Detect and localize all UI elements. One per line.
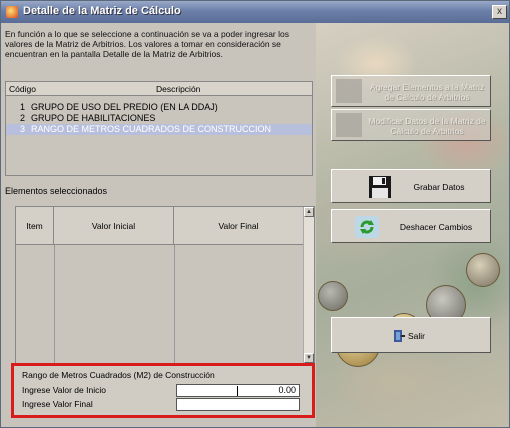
item-description: GRUPO DE HABILITACIONES: [31, 113, 156, 123]
selected-items-table[interactable]: Item Valor Inicial Valor Final ▲ ▼: [15, 206, 315, 364]
exit-label: Salir: [408, 331, 426, 341]
exit-button[interactable]: Salir: [331, 317, 491, 353]
window-title: Detalle de la Matriz de Cálculo: [23, 5, 181, 17]
undo-changes-button[interactable]: Deshacer Cambios: [331, 209, 491, 243]
grid-icon: [336, 113, 362, 137]
column-divider: [54, 245, 55, 363]
list-item-selected[interactable]: 3 RANGO DE METROS CUADRADOS DE CONSTRUCC…: [6, 124, 312, 135]
start-value-field[interactable]: 0.00: [176, 384, 300, 397]
scroll-up-icon[interactable]: ▲: [304, 207, 314, 217]
codes-list-header: Código Descripción: [5, 81, 313, 96]
scroll-down-icon[interactable]: ▼: [304, 353, 314, 363]
list-item[interactable]: 1 GRUPO DE USO DEL PREDIO (EN LA DDAJ): [6, 102, 312, 113]
instructions-text: En función a lo que se seleccione a cont…: [5, 29, 289, 59]
start-value-text: 0.00: [278, 385, 296, 395]
close-button[interactable]: x: [492, 5, 507, 19]
save-data-label: Grabar Datos: [413, 182, 465, 192]
item-code: 3: [20, 124, 26, 134]
door-exit-icon: [392, 329, 406, 343]
modify-data-button[interactable]: Modificar Datos de la Matriz de Cálculo …: [331, 109, 491, 141]
save-data-button[interactable]: Grabar Datos: [331, 169, 491, 203]
refresh-icon: [354, 215, 380, 239]
codes-list[interactable]: 1 GRUPO DE USO DEL PREDIO (EN LA DDAJ) 2…: [5, 96, 313, 176]
range-input-form: Rango de Metros Cuadrados (M2) de Constr…: [11, 363, 315, 418]
form-title: Rango de Metros Cuadrados (M2) de Constr…: [22, 370, 215, 380]
selected-elements-label: Elementos seleccionados: [5, 186, 108, 196]
item-column-header: Item: [16, 207, 54, 245]
app-icon: [6, 6, 18, 18]
item-description: RANGO DE METROS CUADRADOS DE CONSTRUCCIO…: [31, 124, 272, 134]
start-value-label: Ingrese Valor de Inicio: [22, 385, 106, 395]
grid-icon: [336, 79, 362, 103]
description-column-header: Descripción: [156, 84, 201, 94]
title-bar[interactable]: Detalle de la Matriz de Cálculo x: [1, 1, 509, 23]
initial-value-column-header: Valor Inicial: [54, 207, 174, 245]
end-value-field[interactable]: [176, 398, 300, 411]
final-value-column-header: Valor Final: [174, 207, 304, 245]
floppy-disk-icon: [368, 175, 392, 199]
dialog-window: Detalle de la Matriz de Cálculo x En fun…: [0, 0, 510, 428]
modify-data-label: Modificar Datos de la Matriz de Cálculo …: [368, 116, 486, 136]
code-column-header: Código: [9, 84, 36, 94]
item-code: 1: [20, 102, 26, 112]
undo-changes-label: Deshacer Cambios: [399, 222, 473, 232]
table-header: Item Valor Inicial Valor Final: [16, 207, 304, 245]
list-item[interactable]: 2 GRUPO DE HABILITACIONES: [6, 113, 312, 124]
text-caret: [237, 386, 238, 396]
item-description: GRUPO DE USO DEL PREDIO (EN LA DDAJ): [31, 102, 218, 112]
add-elements-button[interactable]: Agregar Elementos a la Matriz de Cálculo…: [331, 75, 491, 107]
column-divider: [174, 245, 175, 363]
add-elements-label: Agregar Elementos a la Matriz de Cálculo…: [369, 82, 485, 102]
item-code: 2: [20, 113, 26, 123]
vertical-scrollbar[interactable]: ▲ ▼: [303, 207, 314, 363]
end-value-label: Ingrese Valor Final: [22, 399, 93, 409]
